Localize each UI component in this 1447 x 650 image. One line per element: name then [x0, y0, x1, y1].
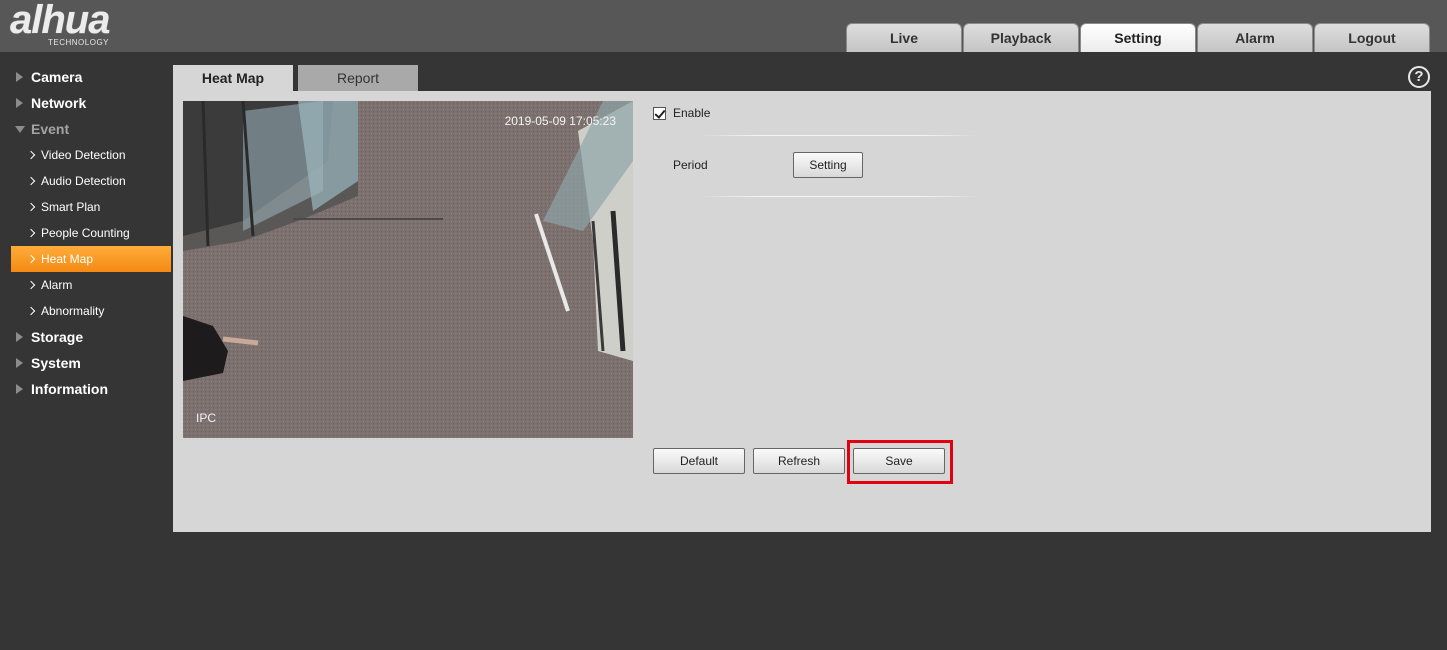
sidebar-item-information[interactable]: Information [0, 376, 172, 402]
video-osd-name: IPC [196, 411, 217, 425]
sidebar-item-label: Camera [31, 69, 83, 85]
expand-arrow-icon [16, 384, 23, 394]
sidebar-item-label: Audio Detection [41, 174, 126, 188]
sidebar-item-label: Alarm [41, 278, 73, 292]
chevron-right-icon [26, 176, 36, 186]
help-icon[interactable]: ? [1408, 66, 1430, 88]
collapse-arrow-icon [15, 126, 25, 133]
save-highlight-box [847, 440, 953, 484]
period-setting-button[interactable]: Setting [793, 152, 863, 178]
enable-checkbox[interactable] [653, 106, 666, 120]
sidebar-item-network[interactable]: Network [0, 90, 172, 116]
sidebar-item-label: Network [31, 95, 87, 111]
nav-alarm[interactable]: Alarm [1197, 23, 1313, 52]
nav-live[interactable]: Live [846, 23, 962, 52]
divider [700, 135, 980, 136]
sidebar-item-storage[interactable]: Storage [0, 324, 172, 350]
divider [700, 196, 980, 197]
period-label: Period [673, 158, 708, 172]
enable-row: Enable [653, 106, 710, 120]
sidebar-item-label: Storage [31, 329, 84, 345]
logo-subtext: TECHNOLOGY [48, 38, 110, 47]
sidebar-item-alarm[interactable]: Alarm [11, 272, 171, 298]
tab-report[interactable]: Report [298, 65, 418, 91]
header-bar: alhua TECHNOLOGY Live Playback Setting A… [0, 0, 1447, 52]
tab-heat-map[interactable]: Heat Map [173, 65, 293, 91]
camera-scene-image [183, 101, 633, 438]
content-tabs: Heat Map Report [173, 65, 418, 91]
expand-arrow-icon [16, 358, 23, 368]
sidebar: Camera Network Event Video Detection Aud… [0, 64, 172, 402]
sidebar-item-audio-detection[interactable]: Audio Detection [11, 168, 171, 194]
sidebar-item-heat-map[interactable]: Heat Map [11, 246, 171, 272]
nav-setting[interactable]: Setting [1080, 23, 1196, 52]
chevron-right-icon [26, 202, 36, 212]
chevron-right-icon [26, 228, 36, 238]
video-preview: 2019-05-09 17:05:23 IPC [183, 101, 633, 438]
expand-arrow-icon [16, 332, 23, 342]
sidebar-item-label: Video Detection [41, 148, 126, 162]
logo-brand: alhua [10, 0, 110, 42]
chevron-right-icon [26, 150, 36, 160]
sidebar-item-camera[interactable]: Camera [0, 64, 172, 90]
chevron-right-icon [26, 254, 36, 264]
sidebar-item-label: Heat Map [41, 252, 94, 266]
sidebar-item-label: Information [31, 381, 108, 397]
sidebar-item-video-detection[interactable]: Video Detection [11, 142, 171, 168]
expand-arrow-icon [16, 98, 23, 108]
sidebar-item-abnormality[interactable]: Abnormality [11, 298, 171, 324]
enable-label: Enable [673, 106, 711, 120]
sidebar-item-label: Abnormality [41, 304, 105, 318]
chevron-right-icon [26, 280, 36, 290]
sidebar-item-label: Smart Plan [41, 200, 101, 214]
video-timestamp: 2019-05-09 17:05:23 [504, 114, 616, 128]
sidebar-item-label: People Counting [41, 226, 130, 240]
top-nav: Live Playback Setting Alarm Logout [846, 23, 1431, 52]
nav-logout[interactable]: Logout [1314, 23, 1430, 52]
refresh-button[interactable]: Refresh [753, 448, 845, 474]
default-button[interactable]: Default [653, 448, 745, 474]
sidebar-item-label: Event [31, 121, 70, 137]
sidebar-item-people-counting[interactable]: People Counting [11, 220, 171, 246]
sidebar-item-smart-plan[interactable]: Smart Plan [11, 194, 171, 220]
sidebar-item-label: System [31, 355, 81, 371]
sidebar-item-event[interactable]: Event [0, 116, 172, 142]
dahua-logo: alhua TECHNOLOGY [10, 0, 155, 48]
chevron-right-icon [26, 306, 36, 316]
nav-playback[interactable]: Playback [963, 23, 1079, 52]
expand-arrow-icon [16, 72, 23, 82]
sidebar-item-system[interactable]: System [0, 350, 172, 376]
